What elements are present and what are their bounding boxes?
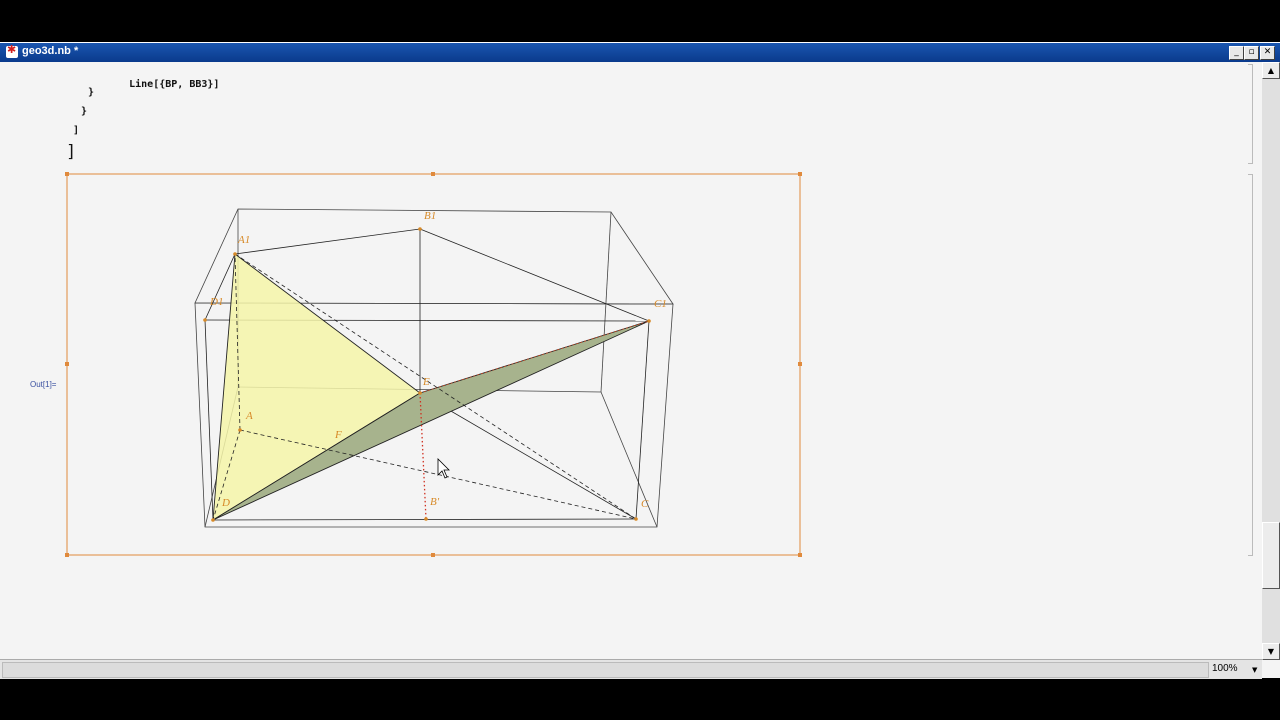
label-B1: B1 — [424, 210, 436, 222]
label-F: F — [334, 429, 342, 441]
red-edge — [419, 320, 650, 394]
scroll-thumb[interactable] — [1262, 522, 1280, 589]
label-A: A — [245, 410, 253, 422]
zoom-level[interactable]: 100% — [1212, 663, 1238, 674]
label-C1: C1 — [654, 298, 667, 310]
window-titlebar[interactable]: geo3d.nb * _ ▫ ✕ — [0, 42, 1280, 62]
label-A1: A1 — [237, 234, 250, 246]
vertical-scrollbar[interactable]: ▲ ▼ — [1262, 62, 1280, 660]
notebook-content[interactable]: Line[{BP, BB3}] } } ] ] Out[1]= A1 B1 C1… — [0, 62, 1262, 659]
horizontal-scrollbar[interactable] — [2, 662, 1209, 678]
graphics3d-output[interactable]: A1 B1 C1 D1 A E F B' C D — [0, 62, 1262, 659]
notebook-window: geo3d.nb * _ ▫ ✕ Line[{BP, BB3}] } } ] ]… — [0, 42, 1280, 679]
status-bar: 100% ▼ — [0, 659, 1262, 679]
screen-top-border — [0, 0, 1280, 42]
label-C: C — [641, 498, 649, 510]
restore-button[interactable]: ▫ — [1244, 46, 1259, 60]
scroll-up-arrow-icon[interactable]: ▲ — [1262, 62, 1280, 79]
label-D: D — [221, 497, 230, 509]
yellow-face — [212, 253, 421, 521]
label-B-prime: B' — [430, 496, 440, 508]
close-button[interactable]: ✕ — [1260, 46, 1275, 60]
label-D1: D1 — [209, 296, 223, 308]
scroll-down-arrow-icon[interactable]: ▼ — [1262, 643, 1280, 660]
label-E: E — [422, 376, 430, 388]
zoom-dropdown-icon[interactable]: ▼ — [1252, 666, 1257, 674]
mathematica-icon — [6, 43, 18, 58]
window-title: geo3d.nb * — [22, 45, 79, 57]
minimize-button[interactable]: _ — [1229, 46, 1244, 60]
